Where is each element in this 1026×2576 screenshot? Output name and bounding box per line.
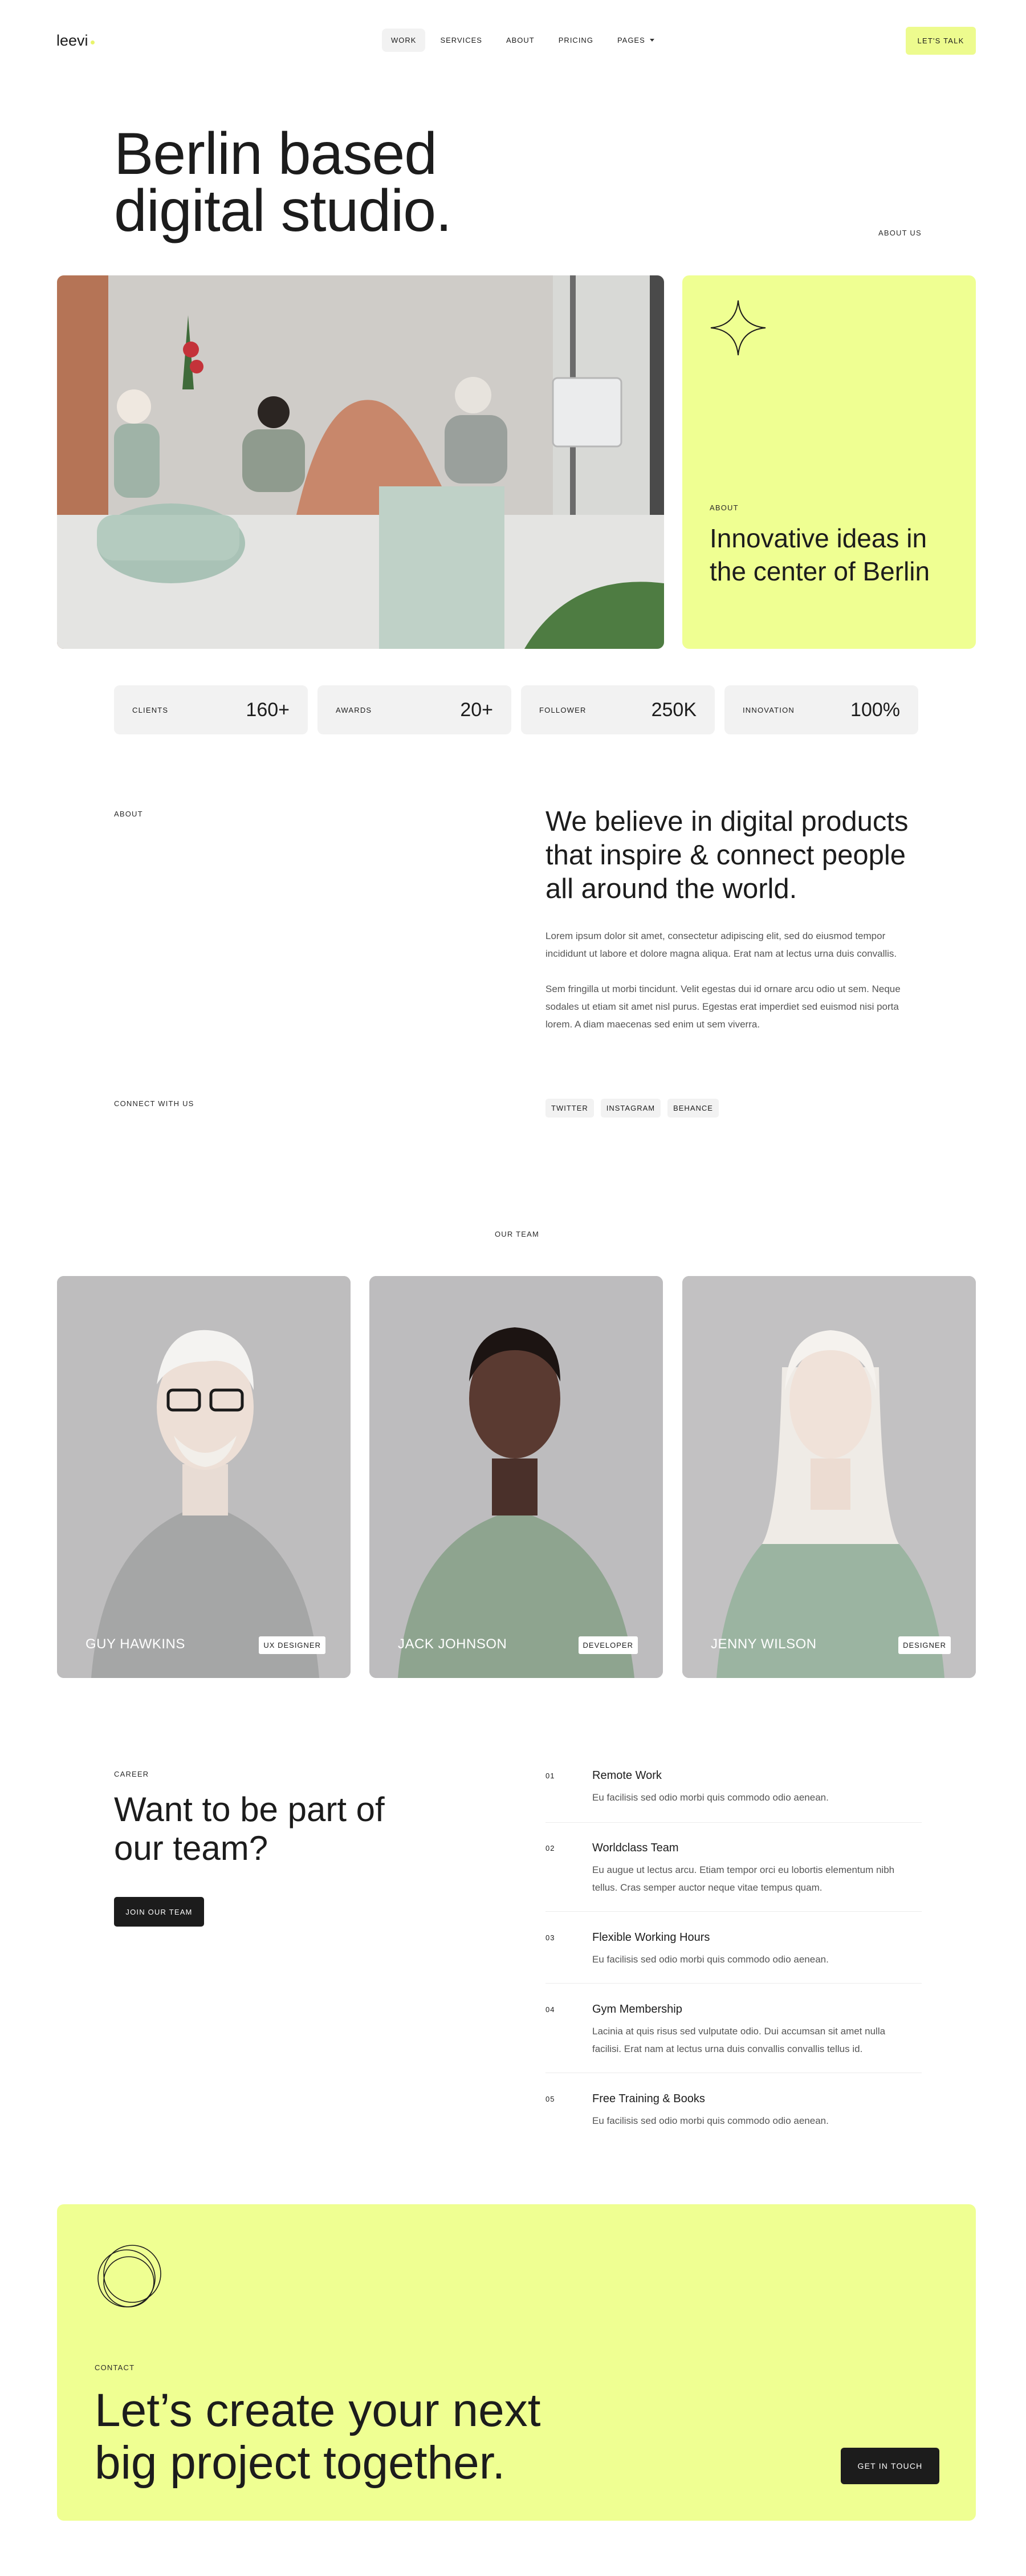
divider	[545, 1983, 922, 1984]
member-photo-image	[682, 1276, 976, 1678]
team-member-card[interactable]: JACK JOHNSON DEVELOPER	[369, 1276, 663, 1678]
perk-item: 05 Free Training & Books Eu facilisis se…	[545, 2093, 922, 2150]
perk-title: Free Training & Books	[592, 2093, 705, 2105]
perk-title: Remote Work	[592, 1769, 662, 1782]
divider	[545, 1911, 922, 1912]
member-role-badge: DEVELOPER	[578, 1636, 638, 1654]
perk-desc: Eu facilisis sed odio morbi quis commodo…	[592, 1792, 829, 1803]
member-name: GUY HAWKINS	[85, 1636, 185, 1652]
perk-item: 03 Flexible Working Hours Eu facilisis s…	[545, 1931, 922, 1988]
about-paragraph: Sem fringilla ut morbi tincidunt. Velit …	[545, 984, 901, 1030]
lets-talk-button[interactable]: LET'S TALK	[906, 27, 976, 55]
instagram-link[interactable]: INSTAGRAM	[600, 1099, 661, 1118]
perk-item: 01 Remote Work Eu facilisis sed odio mor…	[545, 1769, 922, 1826]
stat-label: CLIENTS	[132, 705, 169, 714]
nav-pages-label: PAGES	[617, 36, 645, 44]
member-name: JACK JOHNSON	[398, 1636, 507, 1652]
perk-title: Flexible Working Hours	[592, 1931, 710, 1944]
perk-number: 05	[545, 2095, 555, 2103]
about-card: ABOUT Innovative ideas in the center of …	[682, 275, 976, 649]
nav-pages[interactable]: PAGES	[608, 29, 663, 52]
nav-work[interactable]: WORK	[382, 29, 426, 52]
behance-link[interactable]: BEHANCE	[667, 1099, 719, 1118]
about-us-link[interactable]: ABOUT US	[878, 229, 922, 237]
stat-value: 250K	[651, 698, 697, 721]
about-card-label: ABOUT	[710, 503, 739, 512]
get-in-touch-button[interactable]: GET IN TOUCH	[841, 2448, 939, 2484]
perk-item: 02 Worldclass Team Eu augue ut lectus ar…	[545, 1842, 922, 1910]
stat-value: 160+	[246, 698, 290, 721]
perk-title: Gym Membership	[592, 2003, 682, 2016]
contact-label: CONTACT	[95, 2363, 135, 2372]
divider	[545, 1822, 922, 1823]
perk-desc: Eu facilisis sed odio morbi quis commodo…	[592, 1954, 829, 1965]
perk-title: Worldclass Team	[592, 1842, 679, 1854]
perk-number: 03	[545, 1933, 555, 1942]
perk-desc: Eu augue ut lectus arcu. Etiam tempor or…	[592, 1864, 895, 1893]
stat-value: 20+	[460, 698, 493, 721]
team-member-card[interactable]: GUY HAWKINS UX DESIGNER	[57, 1276, 351, 1678]
overlapping-circles-icon	[97, 2245, 161, 2307]
stat-card: CLIENTS 160+	[114, 685, 308, 734]
member-photo-image	[57, 1276, 351, 1678]
stat-card: AWARDS 20+	[317, 685, 511, 734]
stat-label: INNOVATION	[743, 705, 795, 714]
perk-number: 01	[545, 1771, 555, 1780]
team-photo-image	[57, 275, 664, 649]
member-name: JENNY WILSON	[711, 1636, 817, 1652]
about-section-label: ABOUT	[114, 810, 143, 818]
hero-image	[57, 275, 664, 649]
member-photo-image	[369, 1276, 663, 1678]
career-title: Want to be part of our team?	[114, 1790, 385, 1867]
perk-desc: Eu facilisis sed odio morbi quis commodo…	[592, 2115, 829, 2126]
logo-dot-icon	[90, 40, 95, 44]
perk-number: 02	[545, 1844, 555, 1852]
perk-item: 04 Gym Membership Lacinia at quis risus …	[545, 2003, 922, 2071]
member-role-badge: DESIGNER	[898, 1636, 951, 1654]
stat-label: AWARDS	[336, 705, 372, 714]
chevron-down-icon	[649, 39, 654, 42]
join-team-button[interactable]: JOIN OUR TEAM	[114, 1897, 204, 1927]
career-label: CAREER	[114, 1770, 149, 1778]
main-nav: WORK SERVICES ABOUT PRICING PAGES	[382, 29, 663, 52]
member-role-badge: UX DESIGNER	[259, 1636, 325, 1654]
team-section-label: OUR TEAM	[495, 1230, 539, 1238]
contact-section: CONTACT Let’s create your next big proje…	[57, 2204, 976, 2521]
nav-services[interactable]: SERVICES	[431, 29, 491, 52]
about-paragraph: Lorem ipsum dolor sit amet, consectetur …	[545, 931, 897, 959]
stat-value: 100%	[850, 698, 900, 721]
stat-card: FOLLOWER 250K	[521, 685, 715, 734]
stat-card: INNOVATION 100%	[724, 685, 918, 734]
about-title: We believe in digital products that insp…	[545, 806, 909, 904]
nav-about[interactable]: ABOUT	[497, 29, 544, 52]
perk-number: 04	[545, 2005, 555, 2014]
contact-title: Let’s create your next big project toget…	[95, 2384, 541, 2489]
hero-title: Berlin based digital studio.	[114, 121, 452, 244]
about-card-text: Innovative ideas in the center of Berlin	[710, 523, 930, 586]
logo[interactable]: leevi	[56, 32, 95, 50]
logo-text: leevi	[56, 32, 88, 49]
nav-pricing[interactable]: PRICING	[549, 29, 602, 52]
social-links: TWITTER INSTAGRAM BEHANCE	[545, 1099, 719, 1118]
sparkle-star-icon	[710, 300, 766, 356]
perk-desc: Lacinia at quis risus sed vulputate odio…	[592, 2026, 886, 2054]
team-member-card[interactable]: JENNY WILSON DESIGNER	[682, 1276, 976, 1678]
connect-label: CONNECT WITH US	[114, 1099, 194, 1108]
twitter-link[interactable]: TWITTER	[545, 1099, 594, 1118]
stat-label: FOLLOWER	[539, 705, 587, 714]
